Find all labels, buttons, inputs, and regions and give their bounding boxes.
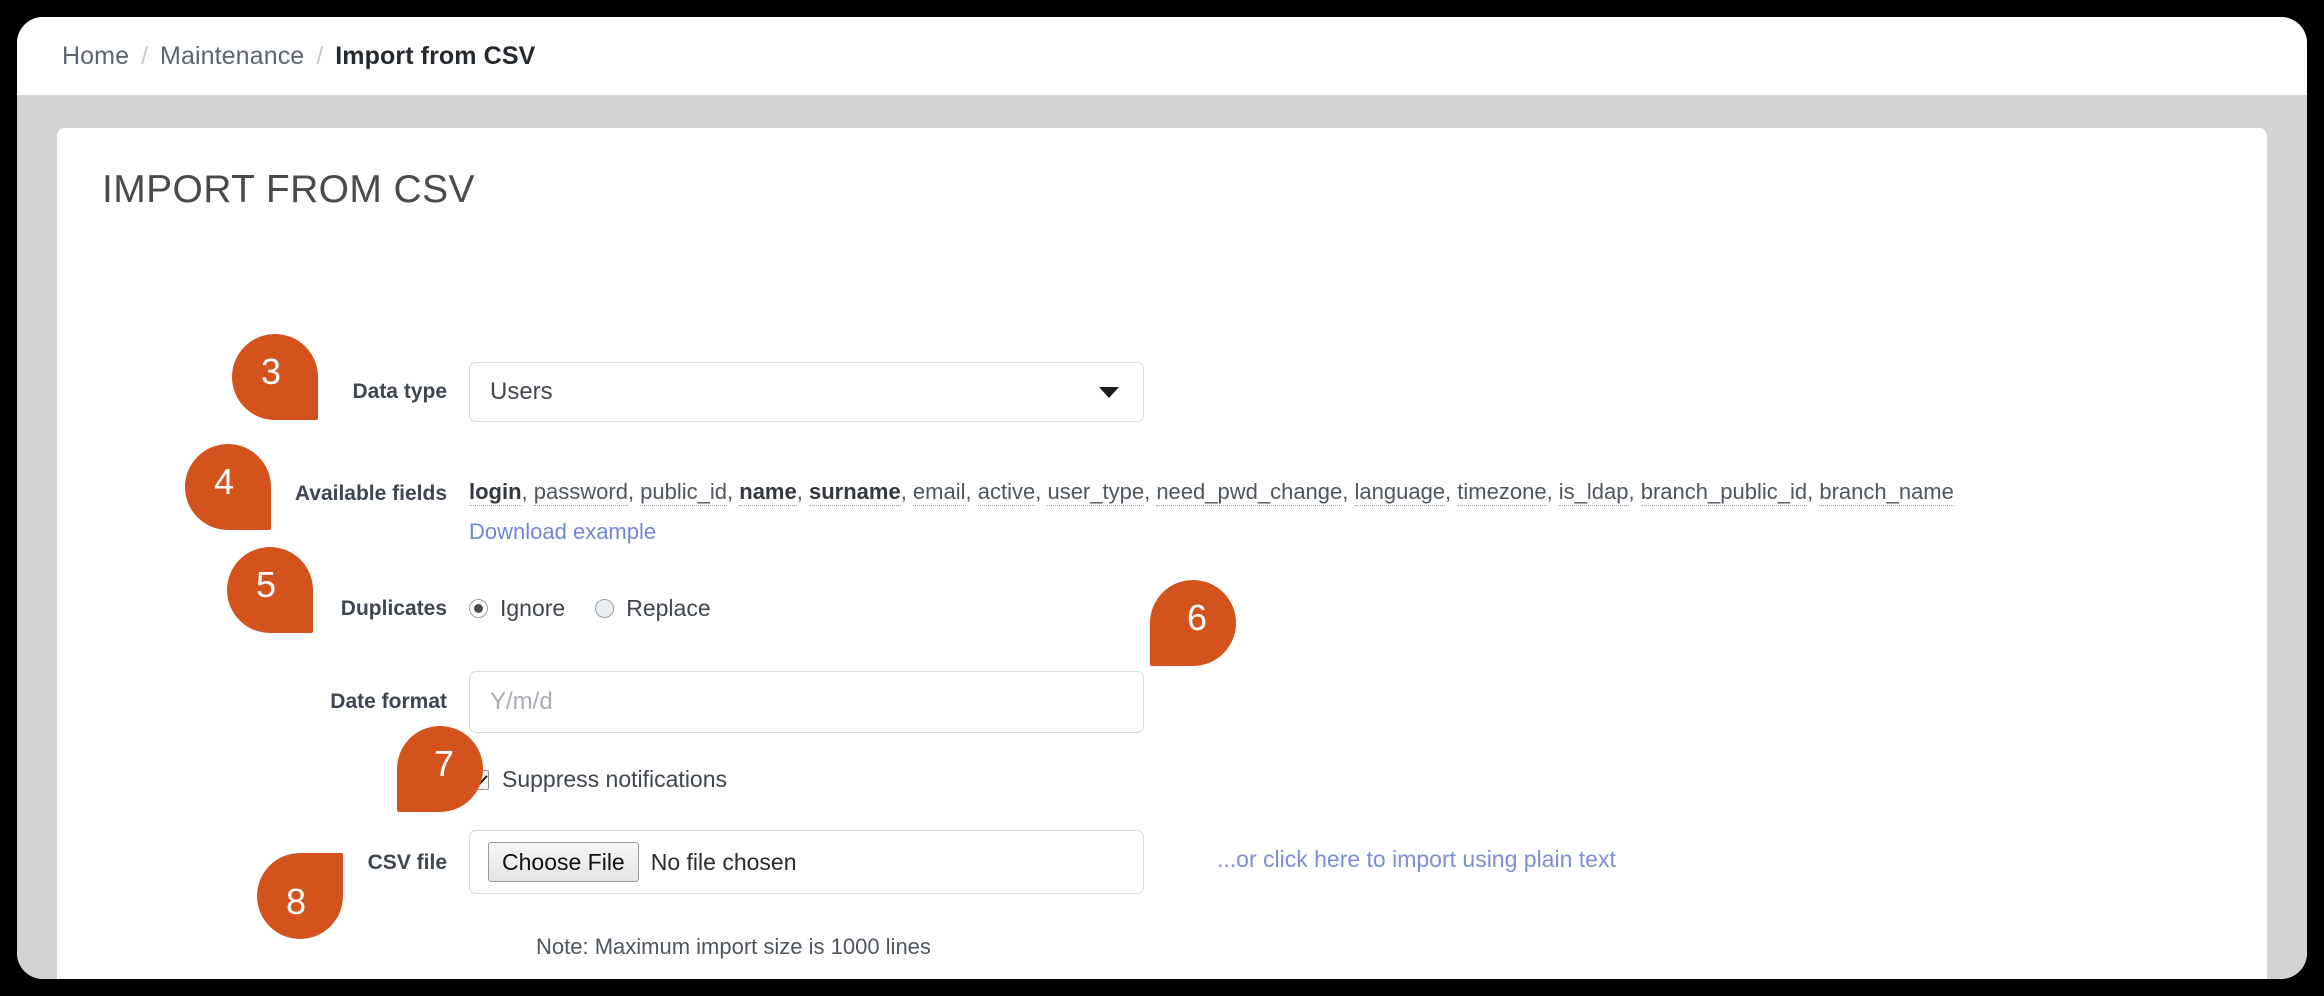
field-separator: ,: [1628, 479, 1641, 504]
available-fields-list: login, password, public_id, name, surnam…: [469, 477, 1954, 507]
callout-number: 5: [255, 564, 277, 605]
import-size-note: Note: Maximum import size is 1000 lines: [536, 934, 931, 959]
duplicates-radio-ignore[interactable]: Ignore: [469, 595, 565, 622]
content-card: IMPORT FROM CSV Data type Users Availabl…: [57, 128, 2267, 979]
available-field-email: email: [912, 479, 966, 506]
callout-number: 3: [260, 351, 282, 392]
data-type-selected-value: Users: [490, 378, 553, 405]
available-field-public_id: public_id: [640, 479, 728, 506]
available-field-branch_public_id: branch_public_id: [1640, 479, 1808, 506]
breadcrumb-separator: /: [141, 41, 149, 70]
radio-selected-icon: [469, 599, 488, 618]
field-separator: ,: [1546, 479, 1559, 504]
breadcrumb: Home / Maintenance / Import from CSV: [17, 17, 2307, 95]
available-field-timezone: timezone: [1457, 479, 1547, 506]
field-separator: ,: [900, 479, 913, 504]
field-separator: ,: [965, 479, 978, 504]
duplicates-radio-ignore-label: Ignore: [500, 595, 566, 621]
page-title: IMPORT FROM CSV: [102, 168, 475, 211]
form-row-suppress-notifications: Suppress notifications: [469, 766, 727, 793]
field-separator: ,: [1807, 479, 1820, 504]
suppress-notifications-label: Suppress notifications: [502, 766, 728, 792]
csv-file-status: No file chosen: [650, 848, 797, 875]
csv-file-input[interactable]: Choose File No file chosen: [469, 830, 1144, 894]
available-field-surname: surname: [808, 479, 901, 506]
callout-marker-6: 6: [1150, 580, 1236, 666]
available-field-login: login: [469, 479, 522, 506]
callout-marker-4: 4: [185, 444, 271, 530]
chevron-down-icon: [1099, 387, 1119, 398]
csv-file-control: Choose File No file chosen: [469, 830, 1144, 894]
available-fields-control: login, password, public_id, name, surnam…: [469, 477, 1954, 545]
form-row-date-format: Date format: [109, 671, 1144, 733]
date-format-input[interactable]: [469, 671, 1144, 733]
duplicates-control: Ignore Replace: [469, 595, 741, 622]
breadcrumb-item-import-from-csv: Import from CSV: [335, 41, 536, 70]
data-type-select[interactable]: Users: [469, 362, 1144, 422]
screenshot-frame: Home / Maintenance / Import from CSV IMP…: [0, 0, 2324, 996]
breadcrumb-separator: /: [316, 41, 324, 70]
callout-number: 6: [1186, 597, 1208, 638]
plain-text-import-link[interactable]: ...or click here to import using plain t…: [1217, 846, 1616, 873]
available-field-language: language: [1354, 479, 1446, 506]
available-field-name: name: [739, 479, 797, 506]
browser-page: Home / Maintenance / Import from CSV IMP…: [17, 17, 2307, 979]
field-separator: ,: [1342, 479, 1355, 504]
duplicates-radio-group: Ignore Replace: [469, 595, 741, 622]
data-type-control: Users: [469, 362, 1144, 422]
field-separator: ,: [727, 479, 740, 504]
available-field-is_ldap: is_ldap: [1558, 479, 1629, 506]
form-row-available-fields: Available fields login, password, public…: [109, 477, 1954, 545]
breadcrumb-item-home[interactable]: Home: [62, 42, 129, 71]
field-separator: ,: [627, 479, 641, 504]
download-example-link[interactable]: Download example: [469, 519, 656, 545]
available-field-active: active: [977, 479, 1036, 506]
callout-marker-7: 7: [397, 726, 483, 812]
duplicates-radio-replace-label: Replace: [626, 595, 711, 621]
field-separator: ,: [521, 479, 534, 504]
duplicates-radio-replace[interactable]: Replace: [595, 595, 711, 622]
field-separator: ,: [1144, 479, 1157, 504]
form-row-duplicates: Duplicates Ignore Replace: [109, 595, 741, 622]
callout-number: 4: [213, 461, 235, 502]
callout-marker-3: 3: [232, 334, 318, 420]
callout-number: 7: [433, 743, 455, 784]
breadcrumb-item-maintenance[interactable]: Maintenance: [160, 42, 304, 71]
field-separator: ,: [1445, 479, 1458, 504]
available-field-password: password: [533, 479, 628, 506]
choose-file-button[interactable]: Choose File: [488, 842, 639, 882]
available-field-need_pwd_change: need_pwd_change: [1156, 479, 1343, 506]
field-separator: ,: [796, 479, 809, 504]
field-separator: ,: [1035, 479, 1048, 504]
callout-marker-8: 8: [257, 853, 343, 939]
callout-marker-5: 5: [227, 547, 313, 633]
suppress-notifications-control[interactable]: Suppress notifications: [469, 766, 727, 793]
radio-unselected-icon: [595, 599, 615, 618]
available-fields-label: Available fields: [294, 482, 447, 505]
date-format-control: [469, 671, 1144, 733]
date-format-label: Date format: [330, 690, 447, 713]
available-field-user_type: user_type: [1047, 479, 1145, 506]
callout-number: 8: [285, 881, 307, 922]
available-field-branch_name: branch_name: [1819, 479, 1954, 506]
